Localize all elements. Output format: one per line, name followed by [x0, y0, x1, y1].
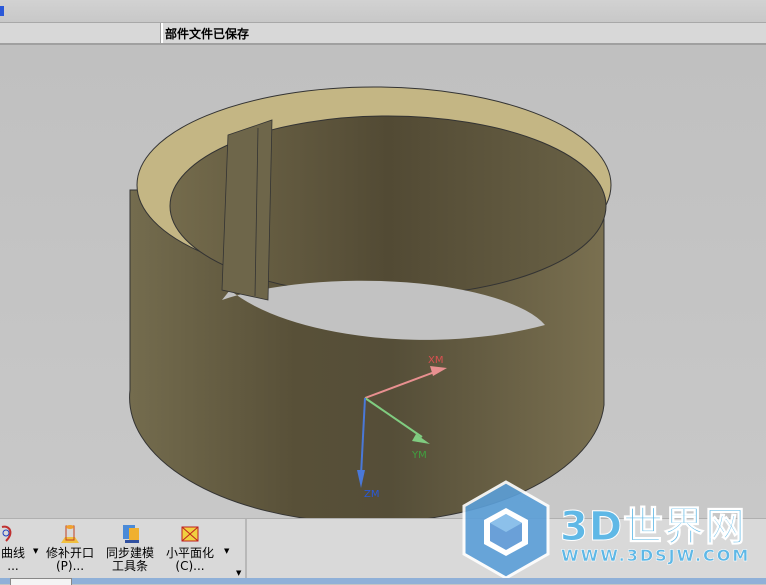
curve-sub: ...	[7, 559, 19, 573]
facet-button[interactable]: 小平面化 (C)...	[164, 523, 216, 573]
app-icon	[0, 6, 4, 16]
synchronous-modeling-label: 同步建模	[105, 546, 154, 560]
synchronous-modeling-icon	[123, 525, 139, 543]
chevron-down-icon[interactable]: ▼	[33, 547, 38, 555]
patch-opening-label: 修补开口	[45, 546, 94, 560]
toolbar-divider	[245, 519, 247, 579]
y-axis-label: YM	[411, 450, 427, 461]
status-divider	[160, 23, 163, 43]
status-bar: 部件文件已保存	[0, 23, 766, 45]
z-axis-label: ZM	[364, 489, 379, 500]
synchronous-modeling-sub: 工具条	[111, 559, 148, 573]
synchronous-modeling-button[interactable]: 同步建模 工具条	[104, 523, 156, 573]
patch-opening-button[interactable]: 修补开口 (P)...	[44, 523, 96, 573]
tab-strip	[0, 578, 766, 584]
watermark-url: WWW.3DSJW.COM	[561, 546, 751, 566]
facet-sub: (C)...	[175, 559, 205, 573]
curve-label: 曲线	[0, 546, 25, 560]
curve-button[interactable]: 曲线 ...	[0, 523, 26, 573]
status-message: 部件文件已保存	[165, 27, 250, 41]
patch-opening-sub: (P)...	[55, 559, 85, 573]
watermark-logo: 3D世界网 WWW.3DSJW.COM	[462, 478, 766, 578]
cube-logo-icon	[462, 480, 550, 578]
curve-icon	[1, 525, 12, 542]
watermark-name: 3D世界网	[559, 504, 747, 551]
x-axis-label: XM	[428, 355, 443, 366]
facet-icon	[181, 526, 199, 542]
toolbar-options-icon[interactable]: ▼	[236, 569, 241, 577]
graphics-viewport[interactable]: XM YM ZM	[0, 45, 766, 524]
ring-part[interactable]	[129, 86, 612, 524]
chevron-down-icon[interactable]: ▼	[224, 547, 229, 555]
facet-label: 小平面化	[165, 546, 214, 560]
title-bar	[0, 0, 766, 23]
model-view: XM YM ZM	[129, 86, 612, 524]
patch-opening-icon	[61, 525, 79, 543]
